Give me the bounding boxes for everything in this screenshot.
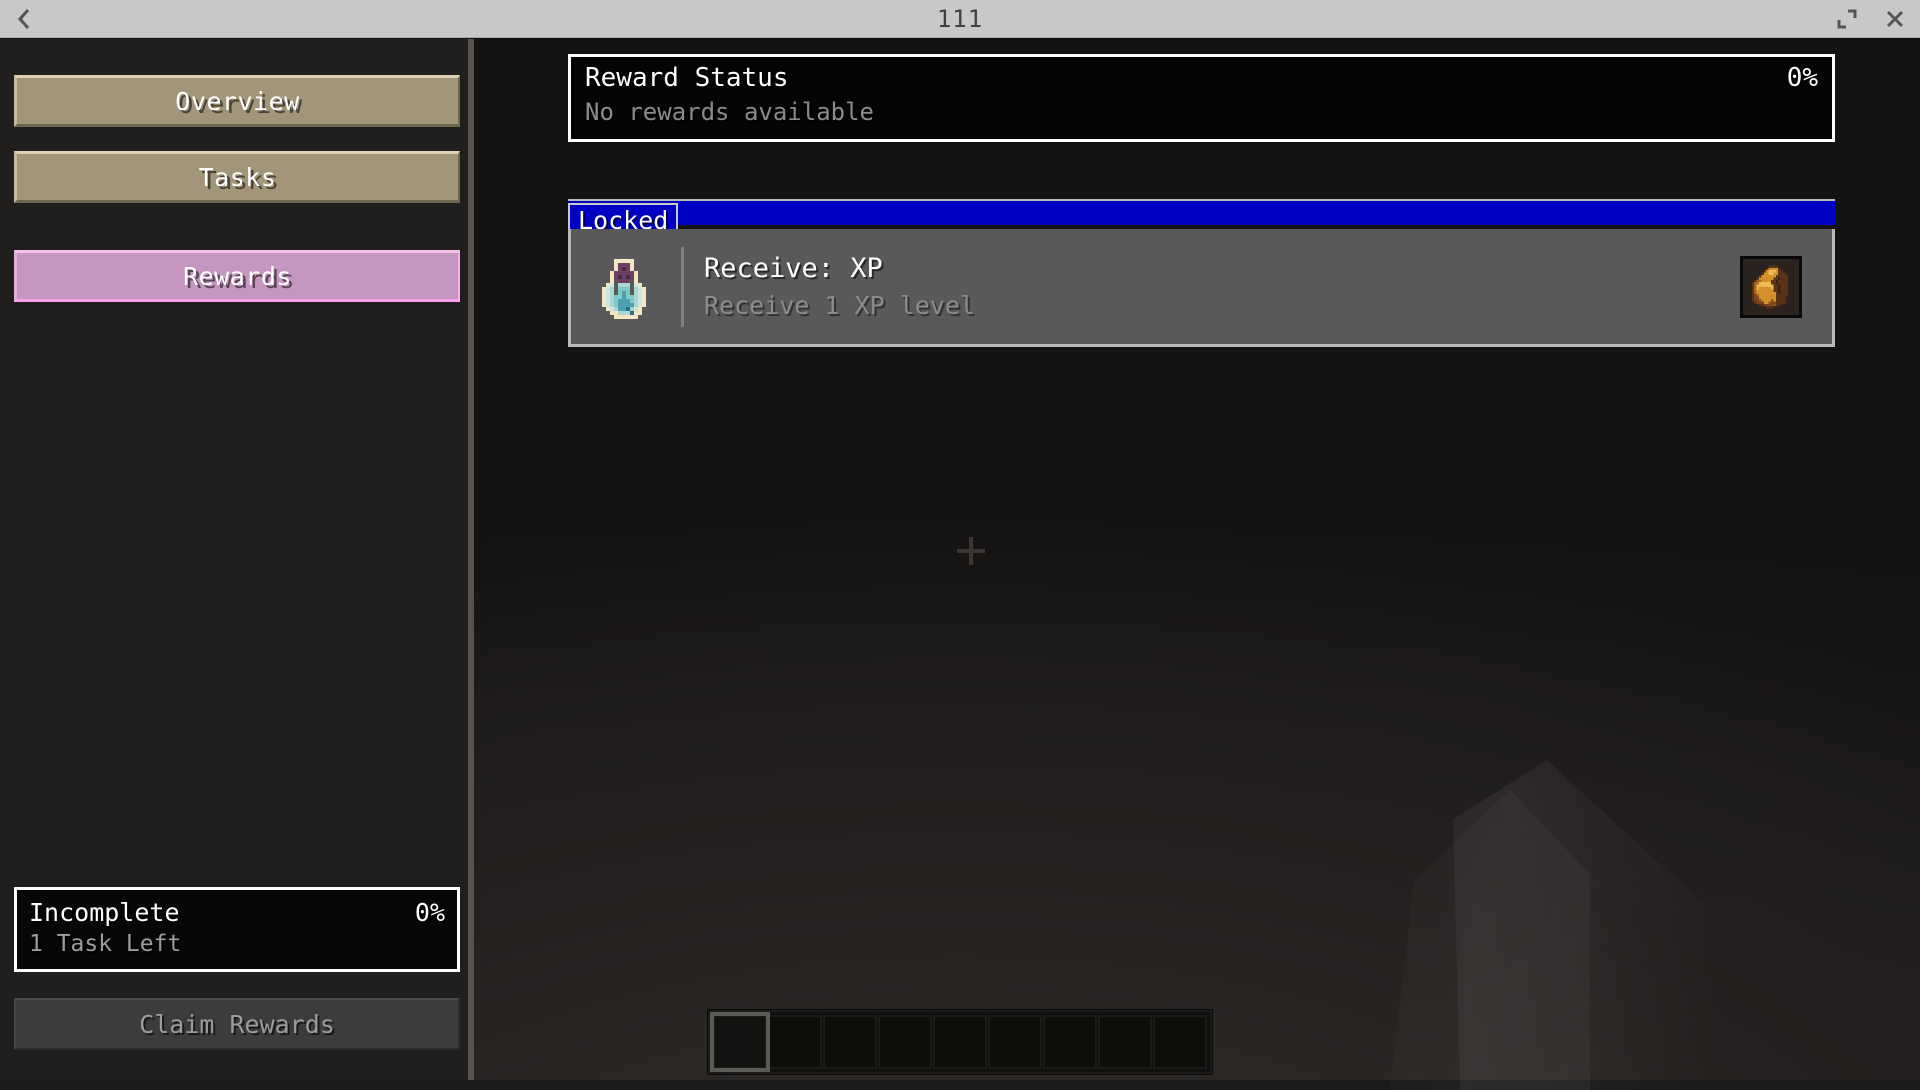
sidebar-item-overview[interactable]: Overview [14, 75, 460, 127]
reward-status-title: Reward Status [585, 63, 789, 93]
completion-status-title: Incomplete [29, 898, 180, 927]
reward-status-panel: Reward Status 0% No rewards available [568, 54, 1835, 142]
close-icon[interactable] [1878, 2, 1912, 36]
sidebar-item-overview-label: Overview [175, 87, 299, 116]
sidebar-item-rewards[interactable]: Rewards [14, 250, 460, 302]
sidebar: Overview Tasks Rewards Incomplete 0% 1 T… [0, 39, 474, 1080]
reward-title: Receive: XP [704, 253, 1740, 284]
reward-status-subtitle: No rewards available [585, 98, 1818, 126]
loot-bag-canvas [1747, 263, 1795, 311]
potion-bottle-canvas [594, 255, 658, 319]
completion-status-percent: 0% [415, 898, 445, 927]
sidebar-item-rewards-label: Rewards [183, 262, 292, 291]
reward-list-item[interactable]: Receive: XP Receive 1 XP level [568, 229, 1835, 347]
reward-text-block: Receive: XP Receive 1 XP level [684, 253, 1740, 320]
sidebar-item-tasks[interactable]: Tasks [14, 151, 460, 203]
window-controls [1830, 0, 1912, 38]
reward-status-percent: 0% [1787, 63, 1818, 93]
app-body: Overview Tasks Rewards Incomplete 0% 1 T… [0, 39, 1920, 1080]
completion-status-row: Incomplete 0% [29, 898, 445, 927]
locked-section-band [568, 199, 1835, 225]
claim-rewards-label: Claim Rewards [139, 1010, 335, 1039]
completion-status-subtitle: 1 Task Left [29, 931, 445, 957]
loot-bag-icon[interactable] [1740, 256, 1802, 318]
reward-status-row: Reward Status 0% [585, 63, 1818, 93]
title-bar: 111 [0, 0, 1920, 38]
sidebar-item-tasks-label: Tasks [199, 163, 277, 192]
main-content: Reward Status 0% No rewards available Lo… [480, 39, 1920, 1080]
claim-rewards-button[interactable]: Claim Rewards [14, 998, 460, 1050]
maximize-icon[interactable] [1830, 2, 1864, 36]
completion-status-panel: Incomplete 0% 1 Task Left [14, 887, 460, 972]
reward-subtitle: Receive 1 XP level [704, 291, 1740, 320]
window-title: 111 [0, 0, 1920, 38]
potion-bottle-icon [571, 229, 681, 344]
back-chevron-icon[interactable] [0, 0, 48, 38]
